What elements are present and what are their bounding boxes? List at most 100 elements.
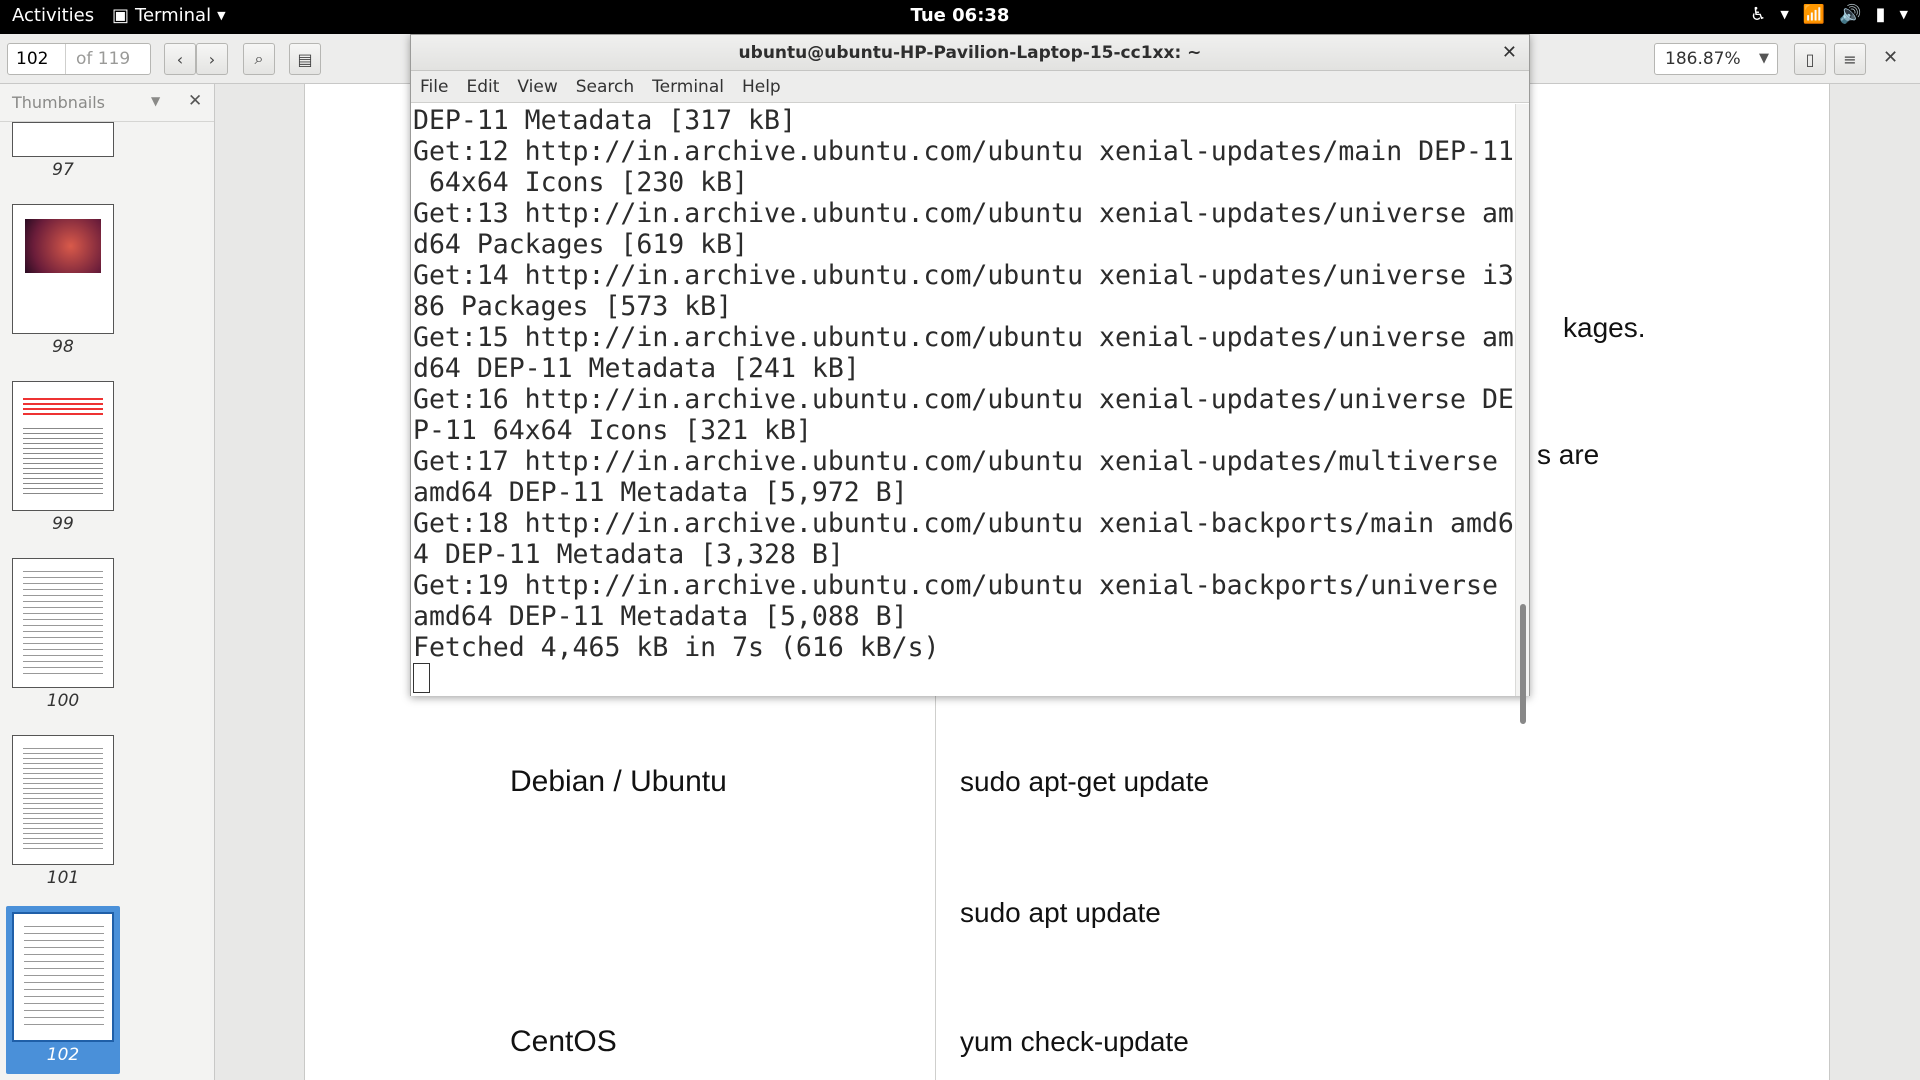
app-menu[interactable]: ▣ Terminal ▼ bbox=[112, 5, 226, 26]
document-icon: ▤ bbox=[297, 49, 313, 69]
output-line: d64 Packages [619 kB] bbox=[413, 229, 749, 260]
thumbnail-page[interactable] bbox=[12, 122, 114, 157]
close-viewer-button[interactable]: ✕ bbox=[1883, 47, 1898, 68]
menu-edit[interactable]: Edit bbox=[466, 77, 499, 97]
previous-page-button[interactable]: ‹ bbox=[164, 43, 196, 75]
thumbnail-page-selected[interactable] bbox=[12, 912, 114, 1042]
thumbnail-label: 100 bbox=[46, 691, 80, 711]
thumbnail-page[interactable] bbox=[12, 204, 114, 334]
thumbnail-text bbox=[23, 571, 103, 676]
close-window-button[interactable]: ✕ bbox=[1502, 35, 1517, 71]
output-line: P-11 64x64 Icons [321 kB] bbox=[413, 415, 812, 446]
page-icon: ▯ bbox=[1805, 49, 1815, 69]
thumbnails-sidebar: Thumbnails ▼ ✕ 97 98 99 100 101 102 bbox=[0, 84, 215, 1080]
terminal-icon: ▣ bbox=[112, 5, 130, 26]
terminal-title: ubuntu@ubuntu-HP-Pavilion-Laptop-15-cc1x… bbox=[738, 43, 1202, 63]
total-pages-label: of 119 bbox=[76, 49, 131, 69]
prompt-line[interactable] bbox=[413, 663, 1515, 694]
partial-text: kages. bbox=[1563, 312, 1646, 343]
output-line: Get:19 http://in.archive.ubuntu.com/ubun… bbox=[413, 570, 1498, 601]
output-line: 64x64 Icons [230 kB] bbox=[413, 167, 749, 198]
accessibility-icon[interactable]: ♿ bbox=[1750, 4, 1766, 25]
close-icon: ✕ bbox=[1501, 42, 1517, 63]
chevron-down-icon: ▼ bbox=[1759, 51, 1769, 66]
table-cell-command: sudo apt update bbox=[960, 897, 1161, 928]
terminal-output[interactable]: DEP-11 Metadata [317 kB] Get:12 http://i… bbox=[411, 104, 1517, 696]
chevron-down-icon: ▼ bbox=[1899, 8, 1908, 21]
page-number-field[interactable]: 102 of 119 bbox=[7, 43, 151, 75]
terminal-scrollbar[interactable] bbox=[1515, 104, 1529, 724]
terminal-titlebar[interactable]: ubuntu@ubuntu-HP-Pavilion-Laptop-15-cc1x… bbox=[411, 35, 1529, 71]
output-line: Get:17 http://in.archive.ubuntu.com/ubun… bbox=[413, 446, 1498, 477]
thumbnail-page[interactable] bbox=[12, 735, 114, 865]
table-cell-command: yum check-update bbox=[960, 1026, 1189, 1057]
output-line: 4 DEP-11 Metadata [3,328 B] bbox=[413, 539, 844, 570]
annotations-button[interactable]: ▤ bbox=[289, 43, 321, 75]
close-icon[interactable]: ✕ bbox=[188, 91, 202, 111]
output-line: Fetched 4,465 kB in 7s (616 kB/s) bbox=[413, 632, 940, 663]
sidebar-title[interactable]: Thumbnails bbox=[12, 93, 105, 112]
thumbnail-page[interactable] bbox=[12, 381, 114, 511]
thumbnail-label: 97 bbox=[52, 160, 74, 180]
chevron-right-icon: › bbox=[208, 49, 216, 69]
chevron-left-icon: ‹ bbox=[176, 49, 184, 69]
menu-terminal[interactable]: Terminal bbox=[652, 77, 724, 97]
thumbnail-image bbox=[25, 219, 101, 273]
menu-help[interactable]: Help bbox=[742, 77, 781, 97]
top-bar: Activities ▣ Terminal ▼ Tue 06:38 ♿ ▼ 📶 … bbox=[0, 0, 1920, 34]
thumbnail-label-selected: 102 bbox=[46, 1045, 80, 1065]
clock[interactable]: Tue 06:38 bbox=[911, 5, 1010, 26]
sidebar-header: Thumbnails ▼ ✕ bbox=[0, 84, 214, 122]
zoom-value: 186.87% bbox=[1665, 49, 1741, 69]
menu-button[interactable]: ≡ bbox=[1834, 43, 1866, 75]
thumbnail-text bbox=[23, 428, 103, 498]
output-line: DEP-11 Metadata [317 kB] bbox=[413, 105, 796, 136]
menu-search[interactable]: Search bbox=[576, 77, 634, 97]
chevron-down-icon[interactable]: ▼ bbox=[151, 94, 160, 108]
zoom-selector[interactable]: 186.87% ▼ bbox=[1654, 43, 1778, 75]
thumbnail-label: 98 bbox=[52, 337, 74, 357]
app-menu-label: Terminal bbox=[135, 5, 212, 26]
output-line: Get:14 http://in.archive.ubuntu.com/ubun… bbox=[413, 260, 1514, 291]
hamburger-icon: ≡ bbox=[1843, 49, 1857, 69]
system-tray[interactable]: ♿ ▼ 📶 🔊 ▮ ▼ bbox=[1750, 4, 1908, 25]
table-cell-command: sudo apt-get update bbox=[960, 766, 1210, 797]
thumbnail-label: 99 bbox=[52, 514, 74, 534]
partial-text: s are bbox=[1537, 439, 1600, 470]
terminal-menubar: File Edit View Search Terminal Help bbox=[411, 71, 1529, 103]
output-line: Get:15 http://in.archive.ubuntu.com/ubun… bbox=[413, 322, 1514, 353]
output-line: 86 Packages [573 kB] bbox=[413, 291, 733, 322]
output-line: amd64 DEP-11 Metadata [5,088 B] bbox=[413, 601, 908, 632]
output-line: Get:18 http://in.archive.ubuntu.com/ubun… bbox=[413, 508, 1514, 539]
table-divider bbox=[935, 694, 936, 1080]
document-properties-button[interactable]: ▯ bbox=[1794, 43, 1826, 75]
output-line: amd64 DEP-11 Metadata [5,972 B] bbox=[413, 477, 908, 508]
thumbnail-page[interactable] bbox=[12, 558, 114, 688]
volume-icon[interactable]: 🔊 bbox=[1839, 4, 1861, 25]
text-cursor bbox=[413, 663, 430, 693]
search-button[interactable]: ⌕ bbox=[243, 43, 275, 75]
thumbnail-label: 101 bbox=[46, 868, 80, 888]
menu-file[interactable]: File bbox=[420, 77, 448, 97]
activities-button[interactable]: Activities bbox=[12, 5, 94, 26]
terminal-window[interactable]: ubuntu@ubuntu-HP-Pavilion-Laptop-15-cc1x… bbox=[410, 34, 1530, 724]
chevron-down-icon: ▼ bbox=[1780, 8, 1789, 21]
close-icon: ✕ bbox=[1883, 47, 1899, 68]
output-line: d64 DEP-11 Metadata [241 kB] bbox=[413, 353, 860, 384]
thumbnail-text bbox=[24, 926, 104, 1031]
thumbnail-text bbox=[23, 748, 103, 853]
wifi-icon[interactable]: 📶 bbox=[1803, 4, 1825, 25]
search-icon: ⌕ bbox=[254, 49, 264, 68]
output-line: Get:12 http://in.archive.ubuntu.com/ubun… bbox=[413, 136, 1514, 167]
next-page-button[interactable]: › bbox=[196, 43, 228, 75]
current-page-input[interactable]: 102 bbox=[8, 44, 66, 74]
table-cell-os: Debian / Ubuntu bbox=[510, 765, 727, 798]
output-line: Get:16 http://in.archive.ubuntu.com/ubun… bbox=[413, 384, 1514, 415]
table-cell-os: CentOS bbox=[510, 1025, 617, 1058]
menu-view[interactable]: View bbox=[517, 77, 557, 97]
output-line: Get:13 http://in.archive.ubuntu.com/ubun… bbox=[413, 198, 1514, 229]
chevron-down-icon: ▼ bbox=[217, 9, 226, 22]
battery-icon[interactable]: ▮ bbox=[1876, 4, 1886, 25]
scrollbar-thumb[interactable] bbox=[1520, 604, 1526, 724]
thumbnail-text-red bbox=[23, 398, 103, 418]
